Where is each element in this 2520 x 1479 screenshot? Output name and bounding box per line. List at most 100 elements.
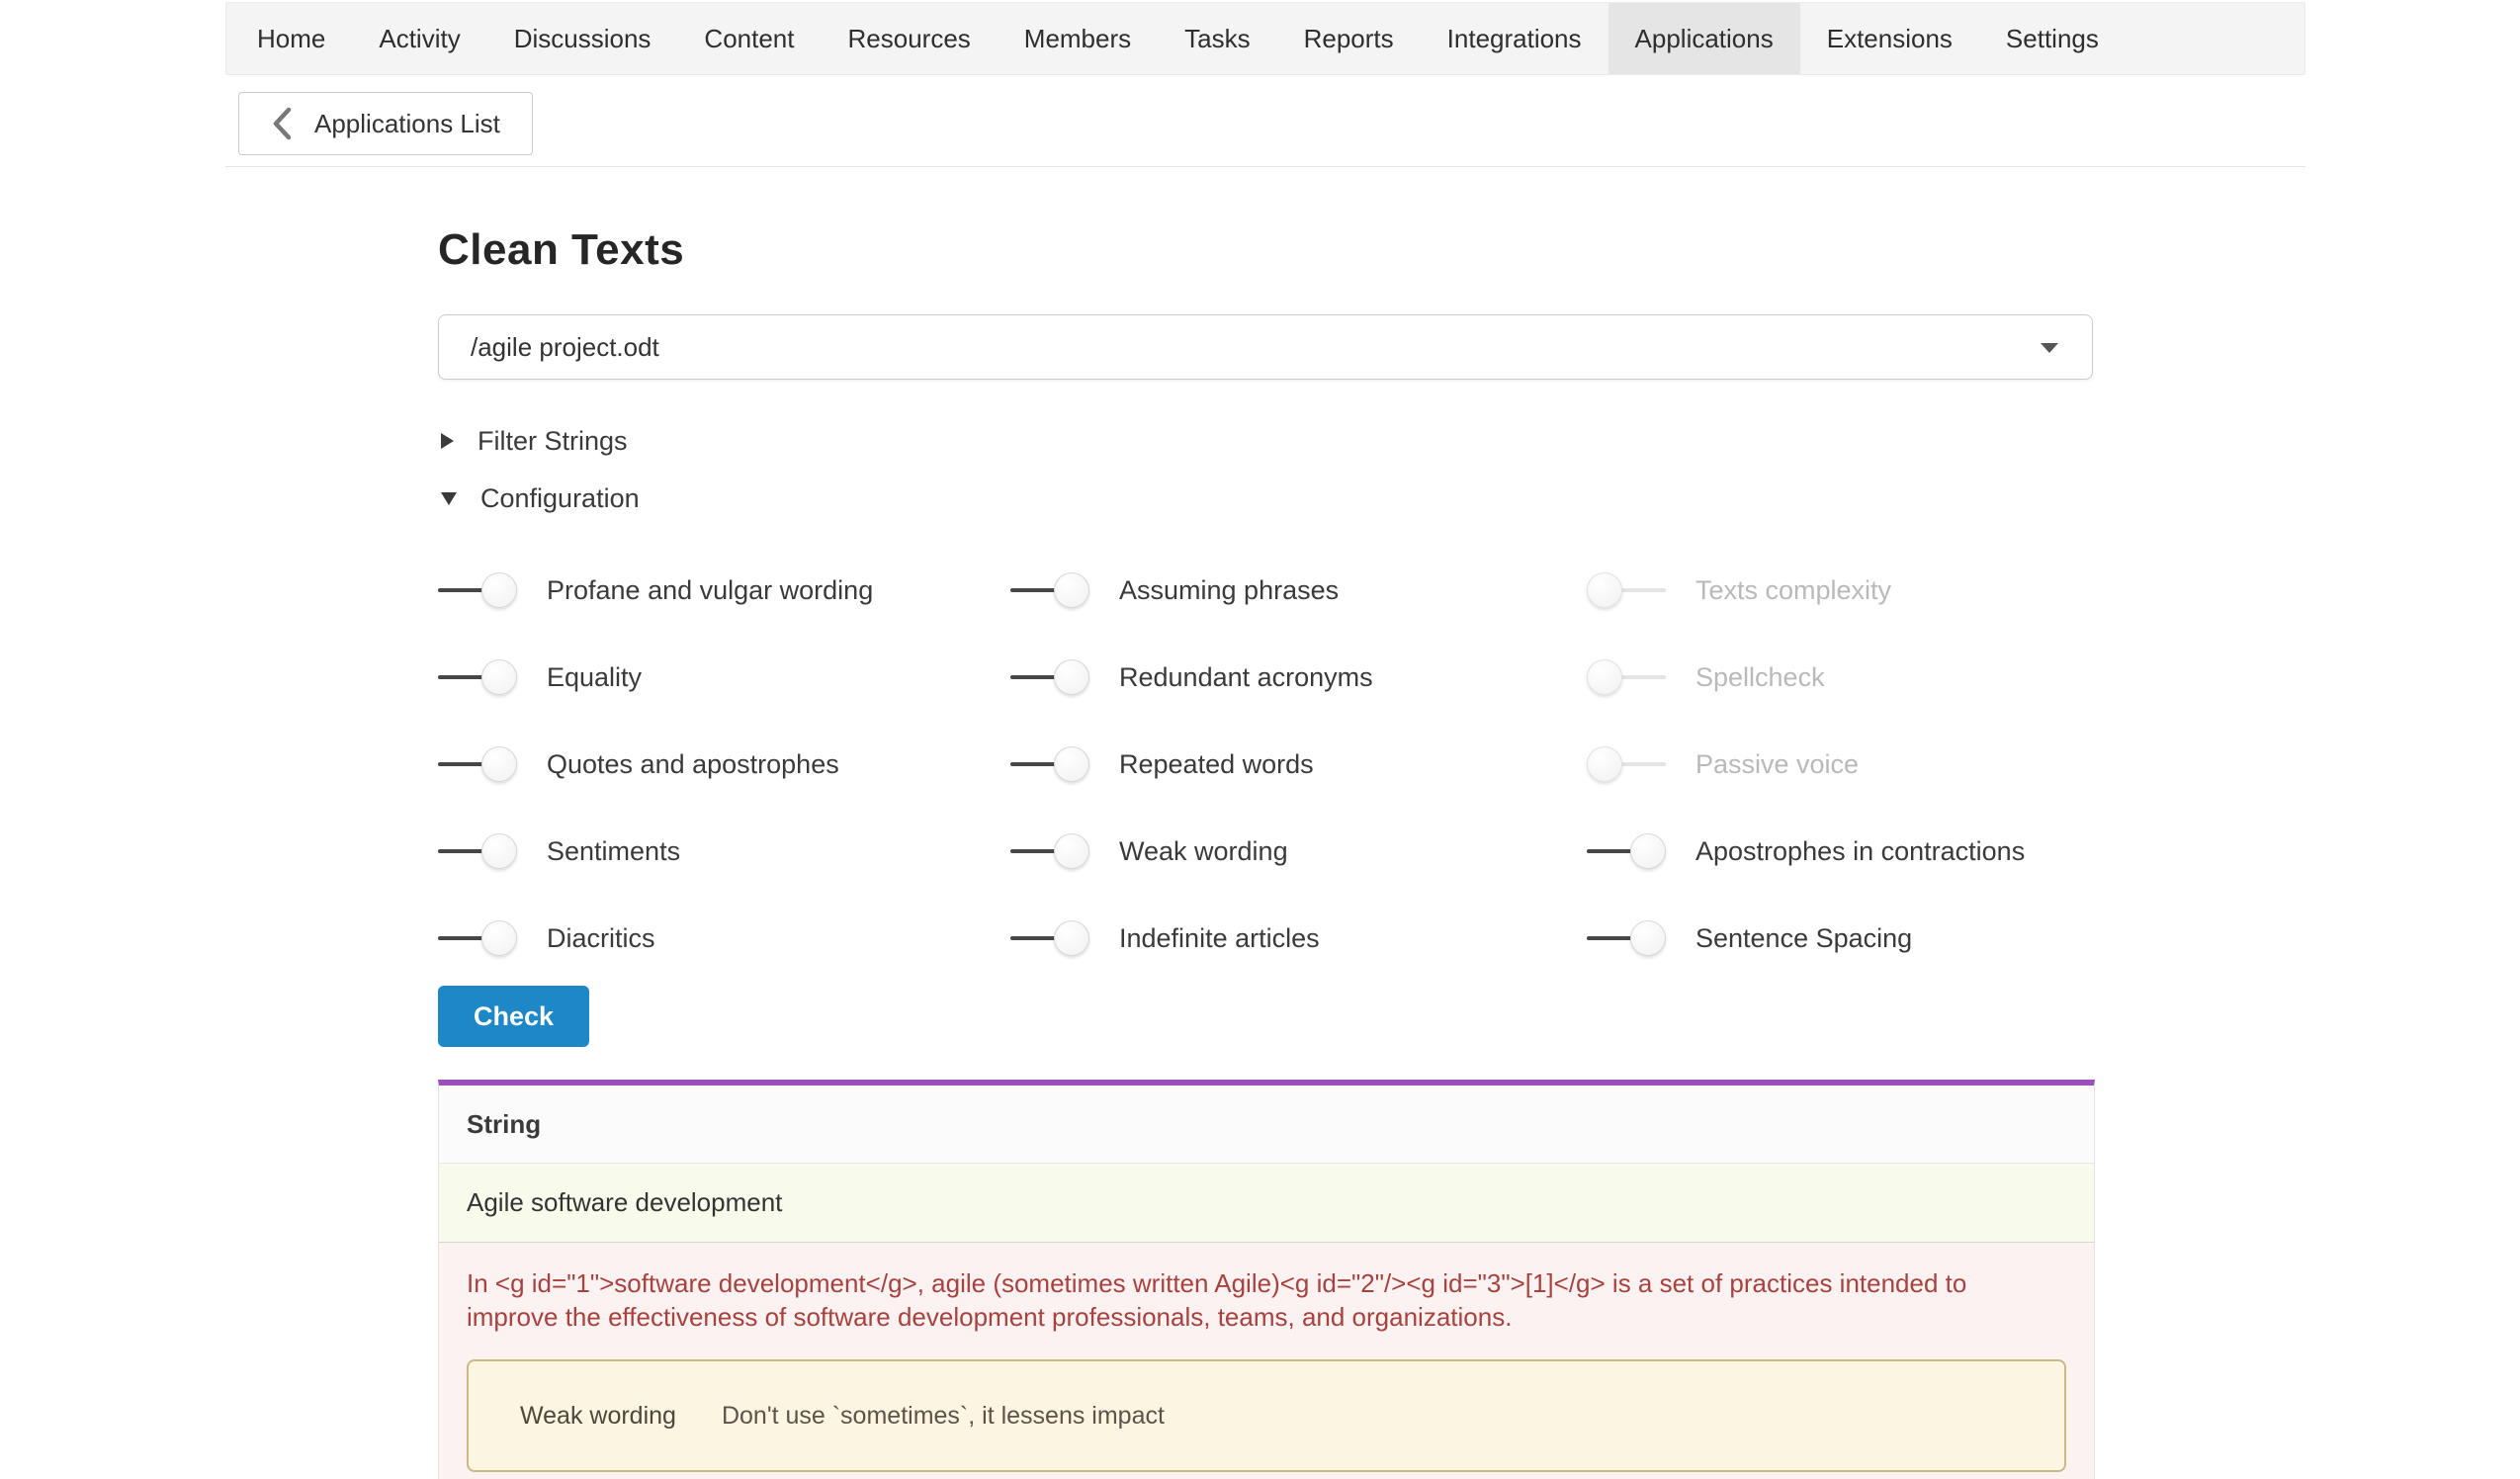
toggle-switch-profane-and-vulgar-wording[interactable] (438, 571, 517, 609)
switch-knob[interactable] (1630, 833, 1666, 869)
switch-knob[interactable] (481, 572, 517, 608)
filter-strings-section-header[interactable]: Filter Strings (441, 423, 628, 459)
toggle-cell-apostrophes-in-contractions: Apostrophes in contractions (1587, 808, 2099, 895)
toggle-switch-diacritics[interactable] (438, 919, 517, 957)
filter-strings-label: Filter Strings (478, 426, 628, 457)
configuration-section-header[interactable]: Configuration (441, 480, 640, 516)
file-select-value: /agile project.odt (471, 332, 659, 363)
nav-item-reports[interactable]: Reports (1277, 3, 1421, 74)
toggle-label-quotes-and-apostrophes: Quotes and apostrophes (547, 749, 839, 780)
toggle-switch-passive-voice[interactable] (1587, 745, 1666, 783)
nav-item-members[interactable]: Members (998, 3, 1158, 74)
triangle-right-icon (441, 433, 454, 449)
nav-item-applications[interactable]: Applications (1608, 3, 1800, 74)
toggle-switch-repeated-words[interactable] (1010, 745, 1089, 783)
caret-down-icon (2041, 343, 2058, 353)
switch-knob[interactable] (481, 920, 517, 956)
chevron-left-icon (271, 107, 293, 140)
switch-track (1010, 762, 1060, 766)
toggle-switch-weak-wording[interactable] (1010, 832, 1089, 870)
switch-knob[interactable] (481, 833, 517, 869)
results-header: String (439, 1086, 2094, 1164)
nav-item-discussions[interactable]: Discussions (487, 3, 678, 74)
switch-track (438, 588, 487, 592)
toggle-label-weak-wording: Weak wording (1119, 836, 1288, 867)
toggle-grid: Profane and vulgar wording Assuming phras… (438, 547, 2099, 982)
toggle-cell-texts-complexity: Texts complexity (1587, 547, 2099, 634)
toggle-cell-quotes-and-apostrophes: Quotes and apostrophes (438, 721, 1010, 808)
toggle-label-apostrophes-in-contractions: Apostrophes in contractions (1695, 836, 2025, 867)
switch-knob[interactable] (481, 659, 517, 695)
switch-knob[interactable] (1587, 659, 1622, 695)
toggle-switch-redundant-acronyms[interactable] (1010, 658, 1089, 696)
toggle-cell-assuming-phrases: Assuming phrases (1010, 547, 1587, 634)
nav-item-home[interactable]: Home (230, 3, 352, 74)
switch-knob[interactable] (1054, 746, 1089, 782)
applications-list-back-button[interactable]: Applications List (238, 92, 533, 155)
switch-knob[interactable] (481, 746, 517, 782)
back-button-label: Applications List (314, 109, 500, 139)
nav-item-content[interactable]: Content (677, 3, 821, 74)
top-nav: HomeActivityDiscussionsContentResourcesM… (225, 2, 2305, 75)
toggle-switch-quotes-and-apostrophes[interactable] (438, 745, 517, 783)
switch-knob[interactable] (1587, 746, 1622, 782)
switch-knob[interactable] (1054, 572, 1089, 608)
toggle-switch-sentiments[interactable] (438, 832, 517, 870)
switch-knob[interactable] (1630, 920, 1666, 956)
results-panel: String Agile software development In <g … (438, 1080, 2095, 1479)
switch-knob[interactable] (1587, 572, 1622, 608)
switch-knob[interactable] (1054, 833, 1089, 869)
toggle-label-spellcheck: Spellcheck (1695, 662, 1825, 693)
toggle-label-indefinite-articles: Indefinite articles (1119, 923, 1320, 954)
switch-track (438, 762, 487, 766)
toggle-cell-sentiments: Sentiments (438, 808, 1010, 895)
toggle-switch-equality[interactable] (438, 658, 517, 696)
nav-item-settings[interactable]: Settings (1979, 3, 2126, 74)
switch-track (1587, 936, 1636, 940)
switch-knob[interactable] (1054, 659, 1089, 695)
toggle-label-sentence-spacing: Sentence Spacing (1695, 923, 1912, 954)
switch-track (1010, 849, 1060, 853)
nav-item-integrations[interactable]: Integrations (1421, 3, 1608, 74)
switch-track (1616, 675, 1666, 679)
toggle-switch-indefinite-articles[interactable] (1010, 919, 1089, 957)
toggle-label-assuming-phrases: Assuming phrases (1119, 575, 1339, 606)
nav-item-resources[interactable]: Resources (822, 3, 998, 74)
switch-track (438, 936, 487, 940)
toggle-switch-assuming-phrases[interactable] (1010, 571, 1089, 609)
toggle-cell-indefinite-articles: Indefinite articles (1010, 895, 1587, 982)
switch-track (1010, 936, 1060, 940)
switch-track (1616, 588, 1666, 592)
toggle-switch-apostrophes-in-contractions[interactable] (1587, 832, 1666, 870)
check-button[interactable]: Check (438, 986, 589, 1047)
toggle-switch-sentence-spacing[interactable] (1587, 919, 1666, 957)
toggle-cell-weak-wording: Weak wording (1010, 808, 1587, 895)
switch-track (1010, 588, 1060, 592)
nav-item-extensions[interactable]: Extensions (1800, 3, 1979, 74)
toggle-cell-sentence-spacing: Sentence Spacing (1587, 895, 2099, 982)
toggle-label-texts-complexity: Texts complexity (1695, 575, 1891, 606)
configuration-label: Configuration (480, 483, 640, 514)
toggle-switch-texts-complexity[interactable] (1587, 571, 1666, 609)
string-row[interactable]: Agile software development (439, 1164, 2094, 1243)
toggle-switch-spellcheck[interactable] (1587, 658, 1666, 696)
toggle-cell-profane-and-vulgar-wording: Profane and vulgar wording (438, 547, 1010, 634)
toggle-label-passive-voice: Passive voice (1695, 749, 1859, 780)
switch-track (438, 849, 487, 853)
toggle-cell-redundant-acronyms: Redundant acronyms (1010, 634, 1587, 721)
flagged-string-text: In <g id="1">software development</g>, a… (467, 1266, 2058, 1334)
switch-track (438, 675, 487, 679)
toggle-label-sentiments: Sentiments (547, 836, 680, 867)
issue-type: Weak wording (520, 1402, 676, 1431)
nav-item-tasks[interactable]: Tasks (1158, 3, 1276, 74)
switch-track (1587, 849, 1636, 853)
nav-item-activity[interactable]: Activity (352, 3, 486, 74)
file-select[interactable]: /agile project.odt (438, 314, 2093, 380)
toggle-cell-passive-voice: Passive voice (1587, 721, 2099, 808)
toggle-label-equality: Equality (547, 662, 642, 693)
switch-knob[interactable] (1054, 920, 1089, 956)
switch-track (1010, 675, 1060, 679)
toggle-cell-spellcheck: Spellcheck (1587, 634, 2099, 721)
toggle-label-diacritics: Diacritics (547, 923, 655, 954)
clean-texts-page: HomeActivityDiscussionsContentResourcesM… (0, 0, 2520, 1479)
